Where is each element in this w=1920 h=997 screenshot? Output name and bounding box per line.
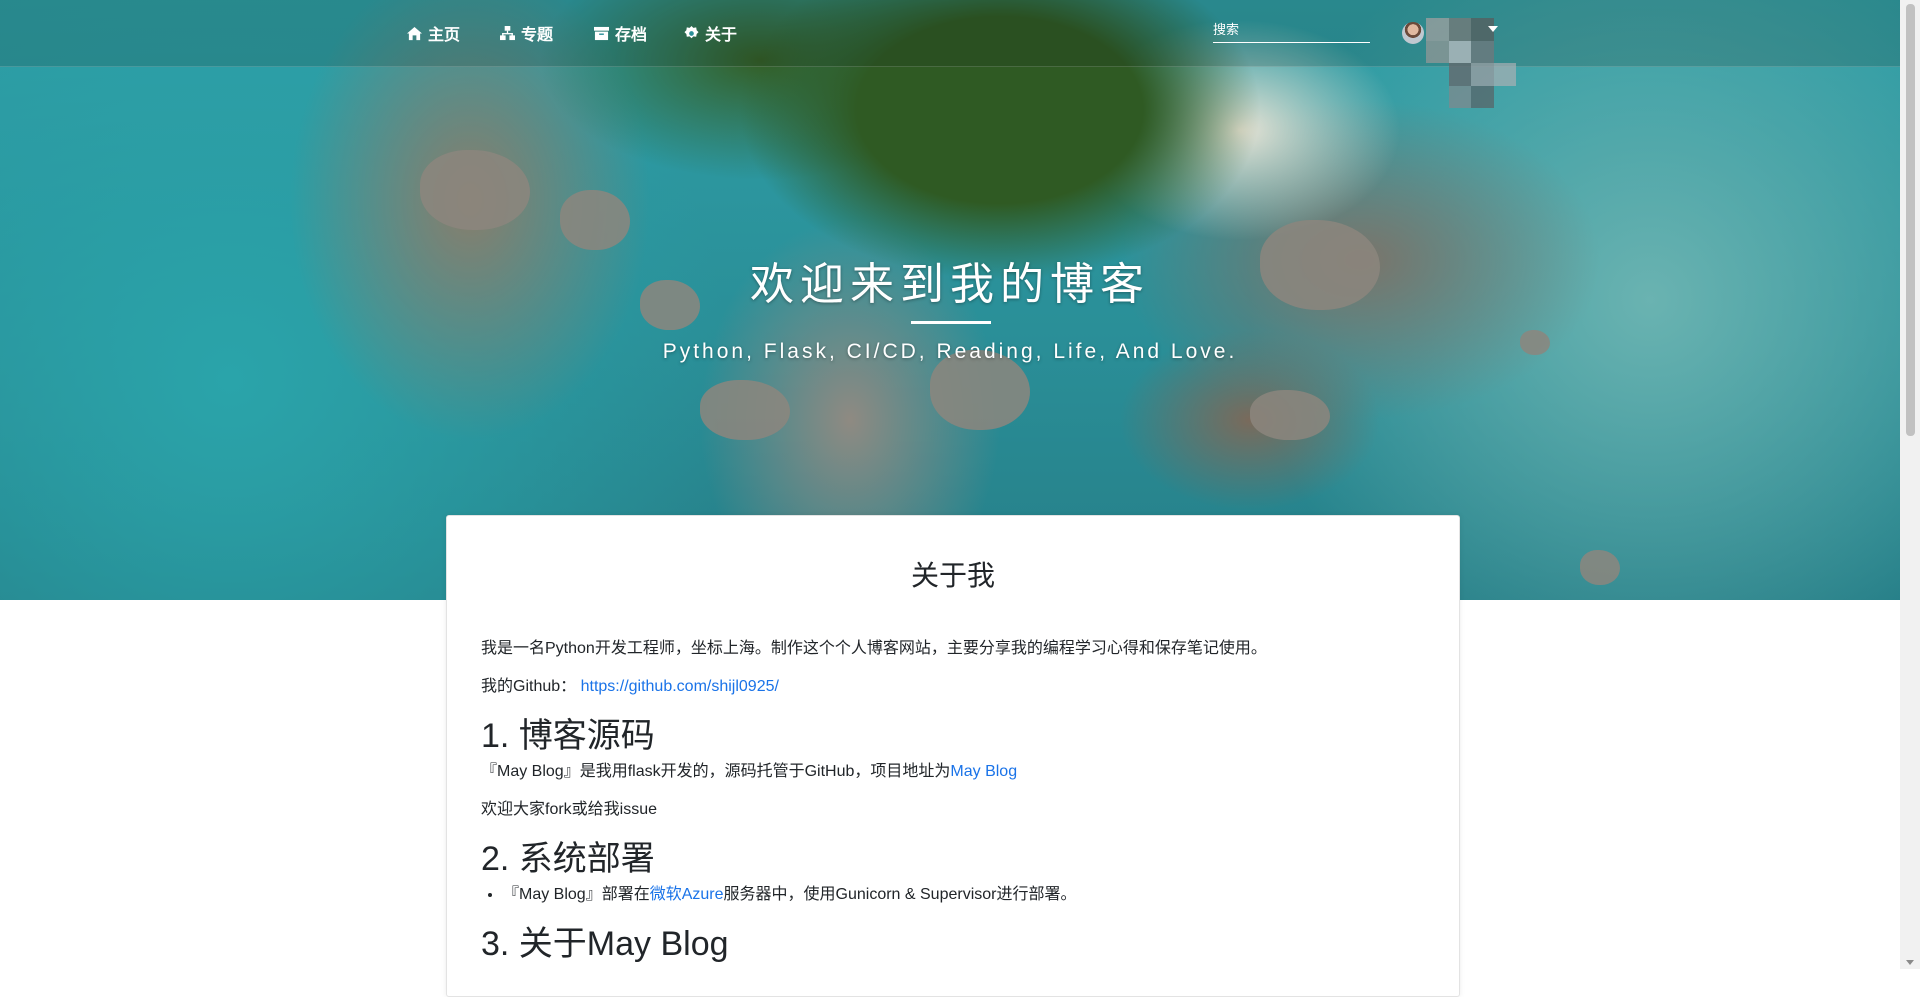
section1-extra: 欢迎大家fork或给我issue: [481, 801, 658, 818]
nav-topics-label: 专题: [521, 27, 554, 44]
intro-paragraph: 我是一名Python开发工程师，坐标上海。制作这个个人博客网站，主要分享我的编程…: [481, 640, 1267, 657]
nav-about[interactable]: 关于: [684, 22, 737, 44]
scrollbar[interactable]: [1900, 0, 1920, 969]
rock-decoration: [560, 190, 630, 250]
page-title: 关于我: [910, 560, 995, 591]
rock-decoration: [420, 150, 530, 230]
section-heading: 2. 系统部署: [481, 840, 655, 878]
nav-home-label: 主页: [428, 27, 461, 44]
about-content: 我是一名Python开发工程师，坐标上海。制作这个个人博客网站，主要分享我的编程…: [481, 634, 1421, 965]
list-item: 『May Blog』部署在微软Azure服务器中，使用Gunicorn & Su…: [503, 880, 1421, 904]
archive-icon: [594, 26, 609, 40]
hero-subtitle: Python, Flask, CI/CD, Reading, Life, And…: [662, 340, 1238, 363]
nav-home[interactable]: 主页: [407, 22, 460, 44]
home-icon: [407, 26, 422, 40]
azure-link[interactable]: 微软Azure: [650, 886, 724, 903]
section2-suffix: 服务器中，使用Gunicorn & Supervisor进行部署。: [723, 886, 1077, 903]
hero-banner: 主页 专题 存档 关于 欢迎来到我的博客 Python, Flask, CI/C…: [0, 0, 1900, 600]
scroll-down-icon[interactable]: [1906, 960, 1914, 965]
hero-title: 欢迎来到我的博客: [750, 260, 1150, 309]
chevron-down-icon[interactable]: [1488, 26, 1498, 32]
may-blog-link[interactable]: May Blog: [950, 763, 1017, 780]
rock-decoration: [700, 380, 790, 440]
nav-archive[interactable]: 存档: [594, 22, 647, 44]
nav-archive-label: 存档: [615, 27, 648, 44]
pixelated-username[interactable]: [1426, 18, 1516, 108]
search-box: [1213, 18, 1370, 43]
rock-decoration: [1580, 550, 1620, 585]
hero-divider: [911, 321, 991, 324]
nav-topics[interactable]: 专题: [500, 22, 553, 44]
github-link[interactable]: https://github.com/shijl0925/: [581, 678, 779, 695]
scrollbar-thumb[interactable]: [1906, 4, 1915, 436]
section1-text: 『May Blog』是我用flask开发的，源码托管于GitHub，项目地址为: [481, 763, 951, 780]
section2-list: 『May Blog』部署在微软Azure服务器中，使用Gunicorn & Su…: [481, 880, 1421, 904]
avatar[interactable]: [1402, 22, 1424, 44]
github-line: 我的Github： https://github.com/shijl0925/: [481, 672, 1421, 696]
about-card: 关于我 我是一名Python开发工程师，坐标上海。制作这个个人博客网站，主要分享…: [446, 515, 1460, 997]
sitemap-icon: [500, 25, 515, 40]
search-input[interactable]: [1213, 18, 1370, 40]
nav-about-label: 关于: [705, 27, 738, 44]
github-label: 我的Github：: [481, 678, 577, 695]
section1-paragraph: 『May Blog』是我用flask开发的，源码托管于GitHub，项目地址为M…: [481, 757, 1421, 781]
settings-icon: [684, 25, 699, 38]
top-navbar: 主页 专题 存档 关于: [0, 0, 1900, 108]
rock-decoration: [1250, 390, 1330, 440]
section2-prefix: 『May Blog』部署在: [503, 886, 650, 903]
section-heading: 3. 关于May Blog: [481, 925, 729, 963]
section-heading: 1. 博客源码: [481, 717, 655, 755]
